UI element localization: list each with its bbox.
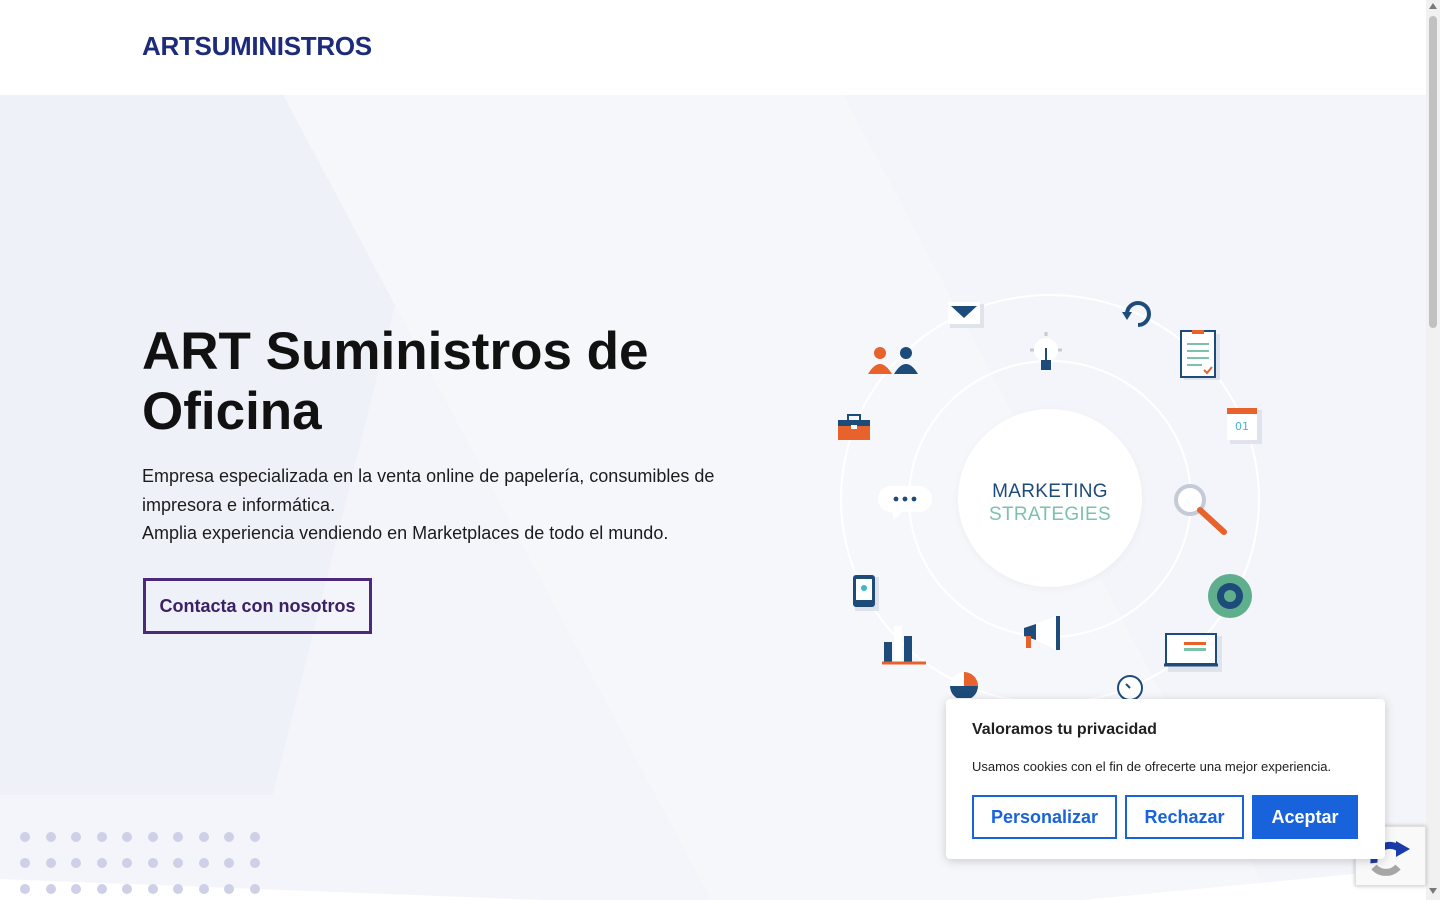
calendar-icon: 01 — [1227, 408, 1262, 444]
page-scrollbar[interactable] — [1426, 0, 1440, 900]
scroll-up-arrow[interactable] — [1429, 3, 1437, 9]
reject-button[interactable]: Rechazar — [1125, 795, 1244, 839]
site-logo[interactable]: ARTSUMINISTROS — [142, 31, 372, 62]
contact-button[interactable]: Contacta con nosotros — [143, 578, 372, 634]
illustration-line1: MARKETING — [992, 481, 1108, 502]
tablet-icon — [853, 575, 879, 611]
decorative-dot — [20, 832, 30, 842]
pie-chart-icon — [950, 672, 978, 698]
bar-chart-icon — [882, 626, 926, 665]
decorative-dot — [198, 858, 209, 868]
decorative-dot — [249, 858, 260, 868]
refresh-icon — [1122, 301, 1151, 327]
decorative-dot — [45, 858, 56, 868]
decorative-dot — [173, 858, 183, 868]
envelope-icon — [948, 302, 984, 328]
magnifier-icon — [1174, 484, 1227, 535]
decorative-dot — [96, 884, 107, 894]
decorative-dot — [122, 884, 132, 894]
decorative-dot — [224, 884, 234, 894]
laptop-icon — [1164, 633, 1222, 672]
scroll-down-arrow[interactable] — [1429, 888, 1437, 894]
briefcase-icon — [838, 414, 870, 440]
site-header: ARTSUMINISTROS — [0, 0, 1426, 95]
decorative-dot — [71, 832, 81, 842]
decorative-dot — [96, 832, 107, 842]
decorative-dots — [16, 828, 271, 898]
cookie-title: Valoramos tu privacidad — [972, 721, 1157, 738]
decorative-dot — [147, 832, 158, 842]
hero-description-line: Empresa especializada en la venta online… — [142, 466, 715, 515]
decorative-dot — [71, 858, 81, 868]
chat-bubble-icon — [878, 486, 932, 520]
decorative-dot — [147, 884, 158, 894]
decorative-dot — [249, 832, 260, 842]
calendar-day: 01 — [1235, 420, 1249, 433]
accept-button[interactable]: Aceptar — [1252, 795, 1358, 839]
hero-description-line: Amplia experiencia vendiendo en Marketpl… — [142, 523, 669, 543]
decorative-dot — [20, 858, 30, 868]
cookie-text: Usamos cookies con el fin de ofrecerte u… — [972, 759, 1332, 774]
decorative-dot — [96, 858, 107, 868]
decorative-dot — [224, 832, 234, 842]
megaphone-icon — [1024, 616, 1060, 650]
decorative-dot — [20, 884, 30, 894]
lightbulb-icon — [1030, 332, 1062, 370]
decorative-dot — [224, 858, 234, 868]
scrollbar-thumb[interactable] — [1429, 16, 1437, 328]
gear-icon — [1208, 574, 1252, 618]
decorative-dot — [45, 832, 56, 842]
people-icon — [868, 347, 918, 374]
decorative-dot — [249, 884, 260, 894]
decorative-dot — [173, 832, 183, 842]
decorative-dot — [45, 884, 56, 894]
document-icon — [1180, 330, 1220, 380]
hero-title: ART Suministros de Oficina — [142, 322, 649, 441]
illustration-line2: STRATEGIES — [989, 504, 1111, 525]
center-circle: MARKETING STRATEGIES — [958, 409, 1142, 587]
decorative-dot — [173, 884, 183, 894]
decorative-dot — [71, 884, 81, 894]
decorative-dot — [147, 858, 158, 868]
decorative-dot — [198, 884, 209, 894]
decorative-dot — [122, 858, 132, 868]
marketing-illustration: MARKETING STRATEGIES 01 — [830, 288, 1270, 708]
customize-button[interactable]: Personalizar — [972, 795, 1117, 839]
cookie-consent-banner: Valoramos tu privacidad Usamos cookies c… — [946, 699, 1385, 859]
decorative-dot — [122, 832, 132, 842]
decorative-dot — [198, 832, 209, 842]
hero-description: Empresa especializada en la venta online… — [142, 462, 722, 548]
